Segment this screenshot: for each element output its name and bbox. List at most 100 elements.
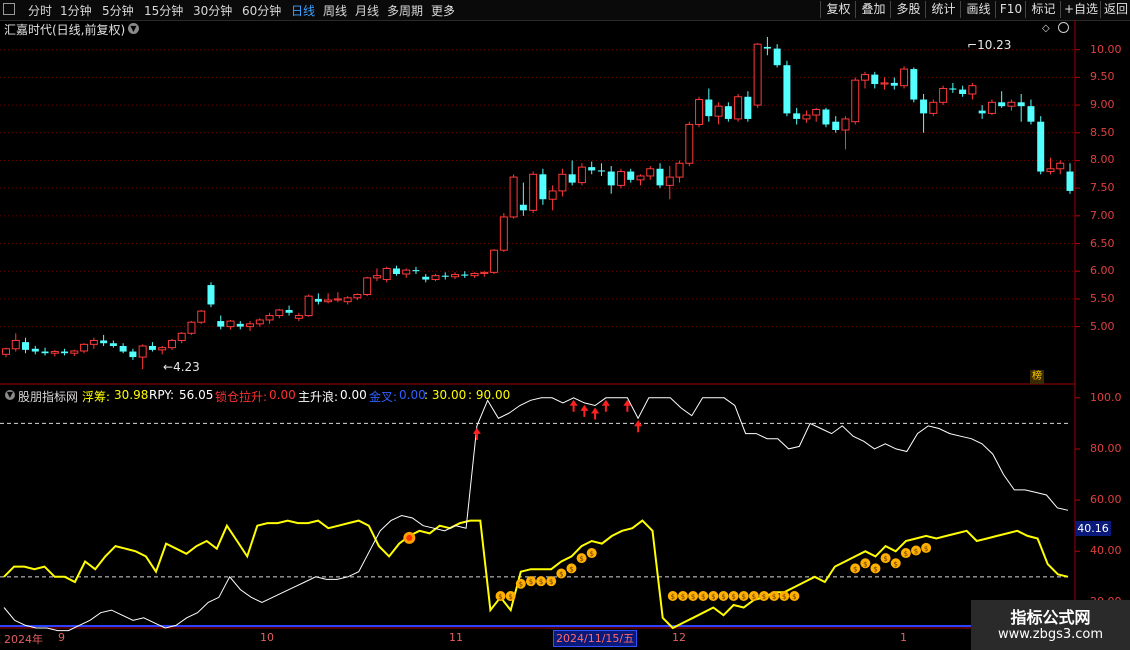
candles [2, 36, 1074, 370]
coin-bag-glyph: $ [579, 555, 583, 563]
candle-body [822, 109, 830, 125]
jincha-label: 金叉: [369, 390, 398, 404]
candle-body [1007, 101, 1016, 107]
candle-body [158, 347, 167, 351]
suocang-label: 锁仓拉升: [215, 390, 268, 404]
coin-bag-icon: $ [921, 542, 932, 553]
coin-bag-glyph: $ [559, 570, 563, 578]
indicator-name[interactable]: 股朋指标网 [18, 388, 78, 405]
coin-bag-icon: $ [576, 553, 587, 564]
coin-bag-glyph: $ [893, 560, 897, 568]
coin-bag-glyph: $ [883, 555, 887, 563]
month-label: 1 [900, 631, 907, 644]
candle-body [890, 82, 898, 86]
candle-body [265, 315, 274, 321]
candle-body [812, 109, 821, 116]
indicator-grid [0, 397, 1080, 627]
y-tick-label: 60.00 [1090, 493, 1122, 507]
candle-body [646, 168, 655, 177]
candle-body [333, 298, 342, 301]
coin-bag-icon: $ [789, 591, 800, 601]
candle-body [1017, 102, 1025, 107]
candle-body [607, 171, 615, 186]
high-price-value: 10.23 [977, 38, 1012, 52]
coin-bag-icon: $ [688, 591, 699, 601]
candle-body [783, 65, 791, 114]
y-tick-label: 5.50 [1090, 291, 1115, 305]
watermark: 指标公式网 www.zbgs3.com [971, 600, 1130, 650]
candle-body [714, 105, 723, 117]
coin-bag-glyph: $ [589, 550, 593, 558]
level-1-label: : 30.00 [424, 388, 467, 402]
coin-bag-glyph: $ [873, 565, 877, 573]
fuchou-label: 浮筹: [82, 390, 111, 404]
candle-body [451, 274, 460, 278]
coin-bag-glyph: $ [731, 593, 735, 601]
coin-bag-icon: $ [779, 591, 790, 601]
high-price-label: ⌐10.23 [967, 38, 1012, 52]
gold-cross-center [406, 534, 413, 541]
coin-bag-glyph: $ [924, 545, 928, 553]
suocang-value: 0.00 [269, 388, 296, 402]
candle-body [255, 319, 264, 325]
y-tick-label: 7.00 [1090, 208, 1115, 222]
candle-body [705, 99, 713, 117]
candle-body [324, 299, 333, 303]
candle-body [1056, 162, 1065, 170]
jincha-value: 0.00 [399, 388, 426, 402]
candle-body [959, 89, 967, 94]
candle-body [519, 204, 527, 211]
candle-body [880, 82, 889, 85]
coin-bag-icon: $ [667, 591, 678, 601]
candle-body [441, 275, 449, 277]
candle-body [627, 171, 635, 180]
candle-body [363, 277, 372, 295]
candle-body [304, 295, 313, 317]
coin-bag-icon: $ [586, 548, 597, 559]
coin-bag-icon: $ [738, 591, 749, 601]
indicator-dropdown-icon[interactable]: ▼ [5, 390, 15, 400]
red-arrow-icon [472, 427, 481, 440]
candle-body [217, 321, 225, 327]
coin-bag-icon: $ [748, 591, 759, 601]
coin-bag-glyph: $ [752, 593, 756, 601]
year-label: 2024年 [4, 633, 43, 646]
candle-body [998, 102, 1006, 107]
coin-bag-icon: $ [677, 591, 688, 601]
candle-body [851, 79, 860, 123]
coin-bag-glyph: $ [508, 593, 512, 601]
candle-body [597, 170, 605, 172]
y-tick-label: 5.00 [1090, 319, 1115, 333]
month-label: 12 [672, 631, 686, 644]
series-line [3, 397, 1069, 632]
red-arrow-icon [623, 399, 632, 412]
candle-body [675, 162, 684, 178]
y-tick-label: 6.00 [1090, 264, 1115, 278]
candle-body [939, 87, 948, 103]
chart-svg[interactable]: $ $ $ $ $ $ $ $ $ $ $ $ $ $ $ $ $ $ $ $ $ $ $ $ $ $ $ $ $ $ $ [0, 0, 1130, 650]
coin-bag-icon: $ [870, 563, 881, 574]
y-tick-label: 6.50 [1090, 236, 1115, 250]
coin-bag-glyph: $ [549, 578, 553, 586]
candle-body [773, 48, 781, 66]
coin-bag-glyph: $ [498, 593, 502, 601]
candle-body [539, 174, 547, 200]
coin-bag-icon: $ [495, 591, 506, 601]
coin-bag-icon: $ [708, 591, 719, 601]
rank-badge[interactable]: 榜 [1030, 370, 1044, 384]
month-label: 10 [260, 631, 274, 644]
candle-body [275, 309, 284, 317]
y-tick-label: 9.00 [1090, 98, 1115, 112]
y-tick-label: 100.0 [1090, 390, 1122, 404]
candle-body [402, 269, 411, 275]
candle-body [80, 343, 89, 352]
coin-bag-glyph: $ [863, 560, 867, 568]
red-arrow-icon [569, 399, 578, 412]
candle-body [353, 293, 362, 299]
coin-bag-icon: $ [525, 576, 536, 587]
candle-body [246, 323, 255, 328]
candle-body [31, 348, 39, 352]
candle-body [665, 176, 674, 186]
candle-body [871, 74, 879, 85]
candle-body [616, 171, 625, 186]
